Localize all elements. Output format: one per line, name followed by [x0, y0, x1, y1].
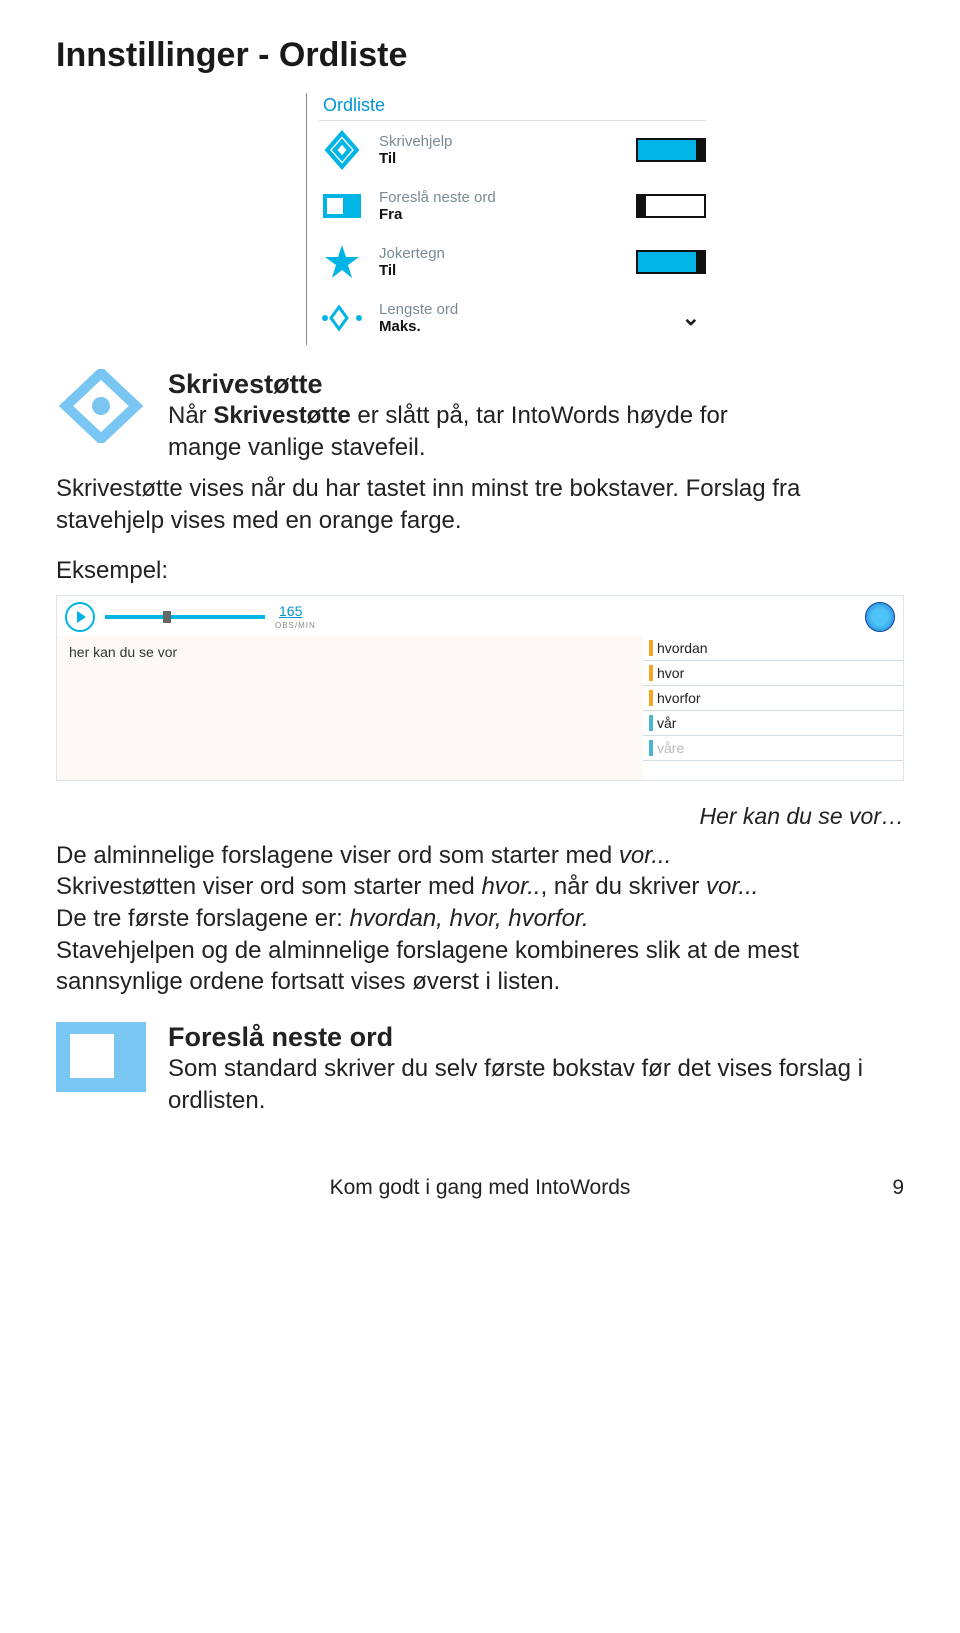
speed-value: 165	[279, 603, 302, 619]
setting-label: Jokertegn	[379, 245, 622, 262]
feature-paragraph: Skrivestøtte vises når du har tastet inn…	[56, 473, 904, 536]
length-icon	[319, 295, 365, 341]
explanation-text: De alminnelige forslagene viser ord som …	[56, 840, 904, 998]
setting-label: Lengste ord	[379, 301, 668, 318]
next-word-icon	[319, 183, 365, 229]
feature-title: Skrivestøtte	[168, 369, 904, 400]
suggestion-item[interactable]: hvor	[643, 661, 903, 686]
feature-text: Når Skrivestøtte er slått på, tar IntoWo…	[168, 400, 904, 463]
footer: Kom godt i gang med IntoWords 9	[56, 1176, 904, 1200]
setting-state: Maks.	[379, 318, 668, 335]
toggle-foresla[interactable]	[636, 194, 706, 218]
suggestion-list: hvordan hvor hvorfor vår våre	[643, 636, 903, 780]
feature-title: Foreslå neste ord	[168, 1022, 904, 1053]
toggle-skrivehjelp[interactable]	[636, 138, 706, 162]
toggle-jokertegn[interactable]	[636, 250, 706, 274]
diamond-large-icon	[56, 369, 146, 443]
setting-row-skrivehjelp: Skrivehjelp Til	[319, 121, 706, 177]
settings-panel: Ordliste Skrivehjelp Til Foreslå neste o…	[306, 93, 706, 345]
setting-state: Fra	[379, 206, 622, 223]
feature-text: Som standard skriver du selv første boks…	[168, 1053, 904, 1116]
setting-row-jokertegn: Jokertegn Til	[319, 233, 706, 289]
example-label: Eksempel:	[56, 557, 904, 585]
play-icon[interactable]	[65, 602, 95, 632]
settings-header: Ordliste	[319, 93, 706, 121]
chevron-down-icon[interactable]: ⌄	[682, 305, 706, 331]
setting-row-lengste: Lengste ord Maks. ⌄	[319, 289, 706, 345]
setting-label: Skrivehjelp	[379, 133, 622, 150]
setting-row-foresla: Foreslå neste ord Fra	[319, 177, 706, 233]
suggestion-item[interactable]: vår	[643, 711, 903, 736]
setting-state: Til	[379, 262, 622, 279]
suggestion-item[interactable]: våre	[643, 736, 903, 761]
next-word-large-icon	[56, 1022, 146, 1092]
setting-state: Til	[379, 150, 622, 167]
setting-label: Foreslå neste ord	[379, 189, 622, 206]
example-screenshot: 165 OBS/MIN her kan du se vor hvordan hv…	[56, 595, 904, 781]
example-caption: Her kan du se vor…	[56, 803, 904, 830]
feature-foresla: Foreslå neste ord Som standard skriver d…	[56, 1022, 904, 1116]
speed-slider[interactable]	[105, 615, 265, 619]
speed-unit: OBS/MIN	[275, 621, 316, 630]
globe-icon[interactable]	[865, 602, 895, 632]
page-title: Innstillinger - Ordliste	[56, 36, 904, 75]
feature-skrivestotte: Skrivestøtte Når Skrivestøtte er slått p…	[56, 369, 904, 463]
page-number: 9	[892, 1176, 904, 1200]
suggestion-item[interactable]: hvordan	[643, 636, 903, 661]
typed-text[interactable]: her kan du se vor	[57, 636, 643, 780]
diamond-icon	[319, 127, 365, 173]
footer-text: Kom godt i gang med IntoWords	[330, 1176, 631, 1199]
suggestion-item[interactable]: hvorfor	[643, 686, 903, 711]
star-icon	[319, 239, 365, 285]
